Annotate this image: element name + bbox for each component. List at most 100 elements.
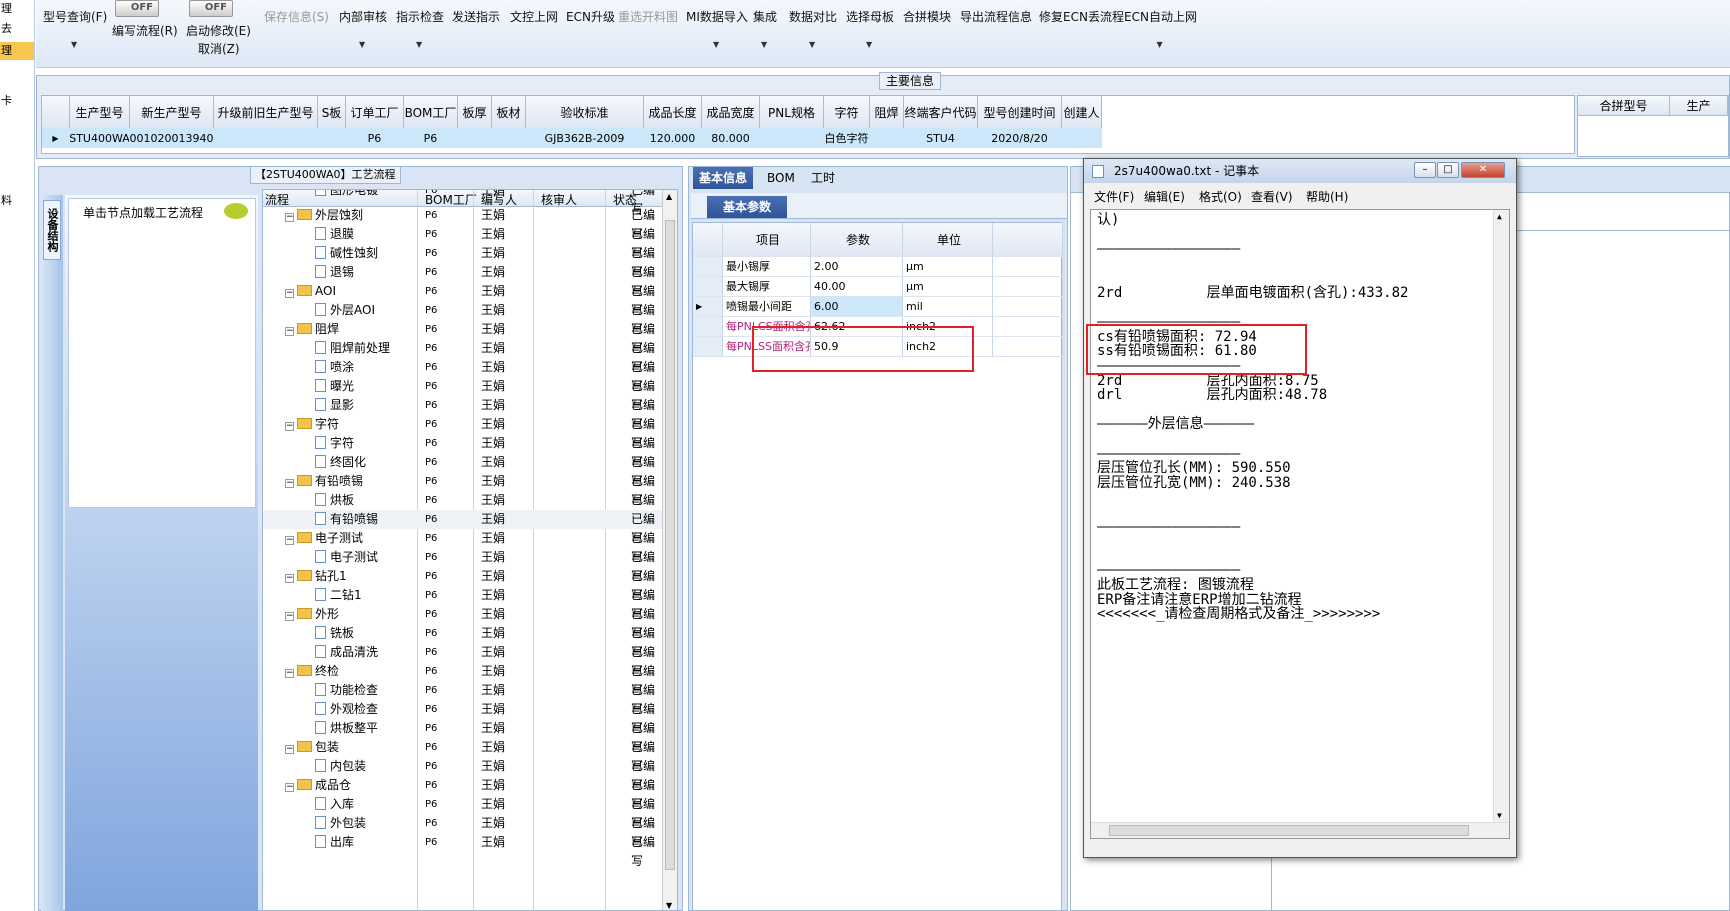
toolbar-14-button[interactable]: 合拼模块 [903,8,951,25]
cell[interactable]: 80.000 [702,128,760,148]
tree-leaf-node[interactable]: 烘板整平 P6 王娟 已编写 [263,719,663,754]
collapse-icon[interactable]: − [285,479,294,488]
cell[interactable]: GJB362B-2009 [526,128,644,148]
menu-item[interactable]: 帮助(H) [1306,187,1348,207]
chevron-down-icon[interactable]: ▼ [809,40,815,49]
tree-group-node[interactable]: − 外层蚀刻 P6 王娟 已编写 [263,206,663,241]
tree-leaf-node[interactable]: 功能检查 P6 王娟 已编写 [263,681,663,716]
toolbar-13-button[interactable]: 选择母板 [846,8,894,25]
tree-leaf-node[interactable]: 有铅喷锡 P6 王娟 已编写 [263,510,663,545]
collapse-icon[interactable]: − [285,574,294,583]
tree-leaf-node[interactable]: 阻焊前处理 P6 王娟 已编写 [263,339,663,374]
cell[interactable] [214,128,318,148]
tree-leaf-node[interactable]: 外观检查 P6 王娟 已编写 [263,700,663,735]
tree-leaf-node[interactable]: 外层AOI P6 王娟 已编写 [263,301,663,336]
tree-group-node[interactable]: − 有铅喷锡 P6 王娟 已编写 [263,472,663,507]
chevron-down-icon[interactable]: ▼ [1157,40,1163,49]
toolbar-5-button[interactable]: 指示检查 [396,8,444,25]
params-row[interactable]: 最小锡厚 2.00 μm [693,257,1063,277]
tree-group-node[interactable]: − 终检 P6 王娟 已编写 [263,662,663,697]
params-row[interactable]: 最大锡厚 40.00 μm [693,277,1063,297]
chevron-down-icon[interactable]: ▼ [416,40,422,49]
tree-group-node[interactable]: − 电子测试 P6 王娟 已编写 [263,529,663,564]
tree-leaf-node[interactable]: 出库 P6 王娟 已编写 [263,833,663,868]
tree-group-node[interactable]: − 成品仓 P6 王娟 已编写 [263,776,663,811]
param-value[interactable]: 2.00 [811,257,903,277]
close-button[interactable]: ✕ [1461,162,1505,178]
left-strip-item[interactable]: 去 [0,20,34,38]
tree-leaf-node[interactable]: 铣板 P6 王娟 已编写 [263,624,663,659]
params-row[interactable]: ▶ 喷锡最小间距 6.00 mil [693,297,1063,317]
cell[interactable] [458,128,492,148]
tab-2[interactable]: 工时 [805,167,841,189]
cancel-button[interactable]: 取消(Z) [198,40,240,57]
row-selector[interactable]: ▶ [42,128,70,148]
tree-group-node[interactable]: − 字符 P6 王娟 已编写 [263,415,663,450]
notepad-textarea[interactable]: 认) ————————————————— 2rd 层单面电镀面积(含孔):433.8… [1090,209,1510,839]
cell[interactable]: P6 [346,128,404,148]
menu-item[interactable]: 文件(F) [1094,187,1134,207]
minimize-button[interactable]: – [1414,162,1436,178]
toolbar-17-button[interactable]: ECN自动上网 [1124,8,1197,25]
tree-leaf-node[interactable]: 电子测试 P6 王娟 已编写 [263,548,663,583]
maximize-button[interactable]: □ [1437,162,1459,178]
row-selector[interactable] [693,257,723,277]
left-strip-item[interactable]: 料 [0,192,34,210]
tree-leaf-node[interactable]: 退膜 P6 王娟 已编写 [263,225,663,260]
toolbar-16-button[interactable]: 修复ECN丢流程 [1039,8,1124,25]
toolbar-4-button[interactable]: 内部审核 [339,8,387,25]
toolbar-9-button[interactable]: 重选开料图 [618,8,678,25]
collapse-icon[interactable]: − [285,669,294,678]
row-selector[interactable] [693,317,723,337]
tree-leaf-node[interactable]: 成品清洗 P6 王娟 已编写 [263,643,663,678]
collapse-icon[interactable]: − [285,745,294,754]
tree-leaf-node[interactable]: 入库 P6 王娟 已编写 [263,795,663,830]
subtab-basic-params[interactable]: 基本参数 [707,196,787,218]
tab-1[interactable]: BOM [761,167,801,189]
side-tab-device-structure[interactable]: 设备结构 [43,200,61,260]
collapse-icon[interactable]: − [285,422,294,431]
chevron-down-icon[interactable]: ▼ [359,40,365,49]
left-strip-item[interactable]: 理 [0,42,34,60]
collapse-icon[interactable]: − [285,783,294,792]
toolbar-12-button[interactable]: 数据对比 [789,8,837,25]
tree-leaf-node[interactable]: 退锡 P6 王娟 已编写 [263,263,663,298]
chevron-down-icon[interactable]: ▼ [866,40,872,49]
main-info-row[interactable]: ▶2STU400WA010010200139408 P6P6 GJB362B-200… [42,128,1102,148]
menu-item[interactable]: 编辑(E) [1144,187,1185,207]
toolbar-8-button[interactable]: ECN升级 [566,8,615,25]
collapse-icon[interactable]: − [285,612,294,621]
chevron-down-icon[interactable]: ▼ [713,40,719,49]
toolbar-7-button[interactable]: 文控上网 [510,8,558,25]
chevron-down-icon[interactable]: ▼ [761,40,767,49]
menu-item[interactable]: 查看(V) [1251,187,1293,207]
cell[interactable] [870,128,904,148]
toolbar-0-button[interactable]: 型号查询(F) [43,8,107,25]
param-value[interactable]: 6.00 [811,297,903,317]
param-value[interactable]: 40.00 [811,277,903,297]
collapse-icon[interactable]: − [285,536,294,545]
tree-leaf-node[interactable]: 二钻1 P6 王娟 已编写 [263,586,663,621]
tree-leaf-node[interactable]: 喷涂 P6 王娟 已编写 [263,358,663,393]
tree-group-node[interactable]: − 包装 P6 王娟 已编写 [263,738,663,773]
tree-leaf-node[interactable]: 烘板P6王娟已编写 [263,491,663,526]
tree-leaf-node[interactable]: 外包装 P6 王娟 已编写 [263,814,663,849]
toolbar-1-button[interactable]: 编写流程(R) [112,22,178,39]
cell[interactable]: 白色字符 [824,128,870,148]
toggle-off-switch[interactable]: OFF [115,0,159,17]
toolbar-11-button[interactable]: 集成 [753,8,777,25]
cell[interactable]: 120.000 [644,128,702,148]
collapse-icon[interactable]: − [285,213,294,222]
left-strip-item[interactable]: 卡 [0,92,34,110]
cell[interactable] [760,128,824,148]
cell[interactable] [318,128,346,148]
collapse-icon[interactable]: − [285,327,294,336]
toolbar-2-button[interactable]: 启动修改(E) [186,22,251,39]
collapse-icon[interactable]: − [285,289,294,298]
menu-item[interactable]: 格式(O) [1199,187,1242,207]
notepad-vscroll[interactable]: ▲ ▼ [1493,210,1509,822]
cell[interactable]: 2020/8/20 [978,128,1062,148]
tree-group-node[interactable]: − 外形 P6 王娟 已编写 [263,605,663,640]
tab-0[interactable]: 基本信息 [693,167,754,189]
cell[interactable] [492,128,526,148]
